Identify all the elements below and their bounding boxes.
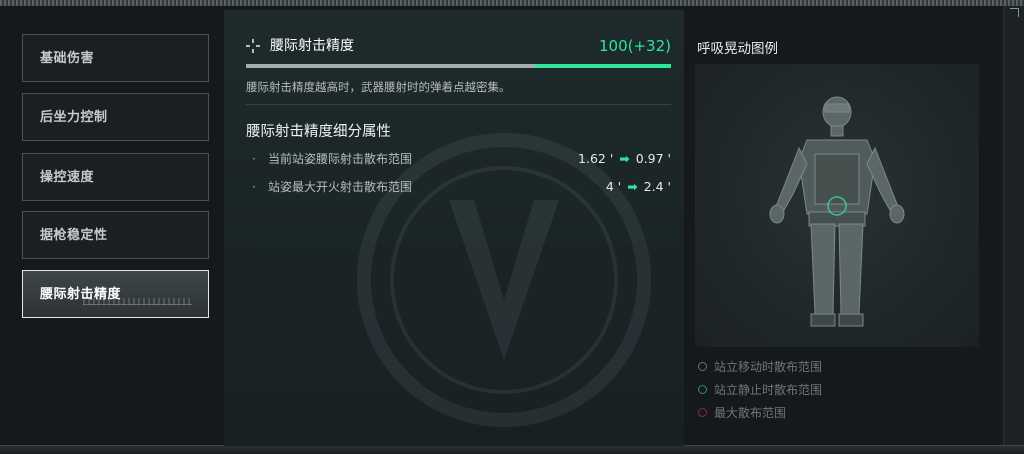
legend-item-still: 站立静止时散布范围 [698, 382, 898, 400]
sidebar-item-handling-speed[interactable]: 操控速度 [22, 153, 209, 201]
emblem-watermark-icon [357, 133, 651, 427]
sidebar-item-label: 后坐力控制 [40, 110, 108, 125]
attribute-row: · 当前站姿腰际射击散布范围 1.62 ' ➡ 0.97 ' [246, 149, 671, 169]
legend-item-moving: 站立移动时散布范围 [698, 359, 898, 377]
attribute-name: 当前站姿腰际射击散布范围 [268, 152, 413, 166]
stat-title: 腰际射击精度 [270, 38, 354, 54]
legend-ring-icon [698, 385, 707, 394]
legend-label: 站立移动时散布范围 [714, 360, 823, 374]
sidebar-item-aim-stability[interactable]: 据枪稳定性 [22, 211, 209, 259]
legend-label: 最大散布范围 [714, 406, 787, 420]
stat-value: 100(+32) [599, 37, 671, 55]
active-decoration [83, 298, 192, 305]
legend-item-max: 最大散布范围 [698, 405, 898, 423]
sidebar-item-base-damage[interactable]: 基础伤害 [22, 34, 209, 82]
crosshair-icon [246, 39, 260, 53]
sidebar: 基础伤害 后坐力控制 操控速度 据枪稳定性 腰际射击精度 [10, 10, 222, 446]
attributes-title: 腰际射击精度细分属性 [246, 124, 391, 140]
attribute-to-value: 2.4 ' [643, 179, 671, 194]
stat-progress-bar [246, 64, 671, 68]
sidebar-item-label: 基础伤害 [40, 51, 95, 66]
sidebar-item-label: 据枪稳定性 [40, 228, 108, 243]
character-preview [695, 64, 979, 347]
preview-title: 呼吸晃动图例 [697, 41, 778, 57]
attribute-from-value: 4 ' [605, 179, 622, 194]
bullet-icon: · [252, 180, 256, 194]
legend-label: 站立静止时散布范围 [714, 383, 823, 397]
right-frame [1003, 6, 1024, 446]
sidebar-item-recoil-control[interactable]: 后坐力控制 [22, 93, 209, 141]
attribute-from-value: 1.62 ' [578, 151, 614, 166]
legend-ring-icon [698, 408, 707, 417]
legend-ring-icon [698, 362, 707, 371]
sidebar-item-label: 腰际射击精度 [40, 287, 122, 302]
attribute-to-value: 0.97 ' [635, 151, 671, 166]
attribute-values: 4 ' ➡ 2.4 ' [606, 177, 671, 197]
sidebar-item-label: 操控速度 [40, 170, 95, 185]
attribute-row: · 站姿最大开火射击散布范围 4 ' ➡ 2.4 ' [246, 177, 671, 197]
stat-header: 腰际射击精度 100(+32) [246, 36, 671, 56]
sidebar-item-hipfire-accuracy[interactable]: 腰际射击精度 [22, 270, 209, 318]
top-border [0, 0, 1024, 6]
attribute-name: 站姿最大开火射击散布范围 [268, 180, 413, 194]
arrow-right-icon: ➡ [627, 179, 638, 194]
bullet-icon: · [252, 152, 256, 166]
bottom-border [0, 445, 1024, 454]
stat-bar-bonus-fill [535, 64, 671, 68]
arrow-right-icon: ➡ [619, 151, 630, 166]
stat-panel: 腰际射击精度 100(+32) 腰际射击精度越高时，武器腰射时的弹着点越密集。 … [224, 10, 684, 446]
stat-description: 腰际射击精度越高时，武器腰射时的弹着点越密集。 [246, 80, 511, 94]
divider [246, 104, 671, 105]
stat-bar-base-fill [246, 64, 535, 68]
attribute-values: 1.62 ' ➡ 0.97 ' [578, 149, 671, 169]
soldier-figure-icon [769, 96, 905, 327]
